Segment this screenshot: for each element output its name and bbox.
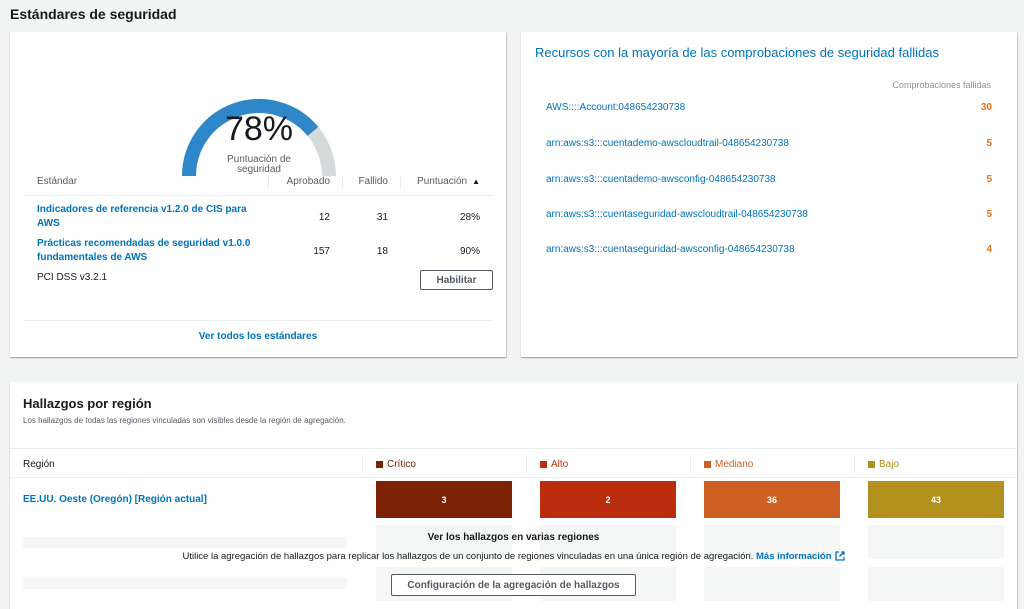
view-all-standards-link[interactable]: Ver todos los estándares [10, 331, 506, 342]
medium-swatch [704, 460, 711, 468]
score-value: 90% [459, 245, 480, 257]
resource-link[interactable]: arn:aws:s3:::cuentaseguridad-awsconfig-0… [546, 244, 795, 255]
high-swatch [540, 460, 547, 468]
resource-link[interactable]: arn:aws:s3:::cuentademo-awsconfig-048654… [546, 174, 776, 185]
col-passed[interactable]: Aprobado [268, 174, 342, 189]
list-item: arn:aws:s3:::cuentademo-awscloudtrail-04… [546, 138, 992, 149]
configure-aggregation-button[interactable]: Configuración de la agregación de hallaz… [391, 574, 636, 596]
resource-link[interactable]: arn:aws:s3:::cuentademo-awscloudtrail-04… [546, 138, 789, 149]
region-link-us-west-oregon[interactable]: EE.UU. Oeste (Oregón) [Región actual] [23, 494, 207, 505]
enable-button[interactable]: Habilitar [420, 270, 493, 290]
standard-name-pci: PCI DSS v3.2.1 [37, 272, 108, 283]
sort-ascending-icon: ▲ [472, 177, 480, 186]
passed-value: 12 [318, 211, 330, 223]
critical-swatch [376, 460, 383, 468]
col-low: Bajo [868, 457, 899, 471]
more-info-link[interactable]: Más información [756, 551, 845, 562]
divider [23, 320, 493, 321]
list-item: arn:aws:s3:::cuentademo-awsconfig-048654… [546, 174, 992, 185]
standard-link-aws-foundational[interactable]: Prácticas recomendadas de seguridad v1.0… [23, 237, 268, 265]
failed-count: 4 [986, 244, 992, 255]
failed-resources-card: Recursos con la mayoría de las comprobac… [521, 32, 1017, 357]
failed-checks-column-header: Comprobaciones fallidas [892, 80, 991, 90]
section-title-standards: Estándares de seguridad [10, 6, 177, 22]
col-critical: Crítico [376, 457, 416, 471]
failed-count: 5 [986, 209, 992, 220]
aggregation-prompt-title: Ver los hallazgos en varias regiones [427, 532, 600, 543]
skeleton-cell [704, 567, 840, 601]
failed-value: 18 [376, 245, 388, 257]
security-score-value: 78% [224, 110, 294, 148]
list-item: arn:aws:s3:::cuentaseguridad-awscloudtra… [546, 209, 992, 220]
security-score-gauge: 78% Puntuación de seguridad [179, 64, 339, 179]
col-high: Alto [540, 457, 568, 471]
external-link-icon [834, 551, 845, 562]
resource-link[interactable]: arn:aws:s3:::cuentaseguridad-awscloudtra… [546, 209, 808, 220]
divider [690, 455, 691, 473]
resources-card-title: Recursos con la mayoría de las comprobac… [535, 45, 939, 60]
col-medium: Mediano [704, 457, 753, 471]
security-standards-card: 78% Puntuación de seguridad Estándar Apr… [10, 32, 506, 357]
list-item: arn:aws:s3:::cuentaseguridad-awsconfig-0… [546, 244, 992, 255]
regions-card-subtitle: Los hallazgos de todas las regiones vinc… [23, 416, 346, 425]
standards-table-header: Estándar Aprobado Fallido Puntuación ▲ [23, 168, 493, 196]
skeleton-row [23, 578, 347, 589]
col-region: Región [23, 458, 55, 470]
passed-value: 157 [313, 245, 330, 257]
score-value: 28% [459, 211, 480, 223]
col-failed[interactable]: Fallido [342, 174, 400, 189]
regions-card-title: Hallazgos por región [23, 396, 152, 411]
col-standard[interactable]: Estándar [23, 175, 268, 189]
col-score[interactable]: Puntuación ▲ [400, 174, 492, 189]
high-count-bar[interactable]: 2 [540, 481, 676, 518]
medium-count-bar[interactable]: 36 [704, 481, 840, 518]
aggregation-prompt-text: Utilice la agregación de hallazgos para … [10, 551, 1017, 562]
table-row: Indicadores de referencia v1.2.0 de CIS … [23, 202, 493, 232]
failed-count: 5 [986, 138, 992, 149]
failed-count: 30 [980, 102, 992, 113]
failed-value: 31 [376, 211, 388, 223]
divider [362, 455, 363, 473]
divider [526, 455, 527, 473]
skeleton-cell [868, 567, 1004, 601]
standards-table: Estándar Aprobado Fallido Puntuación ▲ I… [23, 168, 493, 286]
regions-table-header: Región Crítico Alto Mediano Bajo [10, 448, 1017, 478]
table-row: Prácticas recomendadas de seguridad v1.0… [23, 236, 493, 266]
resource-link[interactable]: AWS::::Account:048654230738 [546, 102, 685, 113]
findings-by-region-card: Hallazgos por región Los hallazgos de to… [10, 382, 1017, 609]
critical-count-bar[interactable]: 3 [376, 481, 512, 518]
standard-link-cis[interactable]: Indicadores de referencia v1.2.0 de CIS … [23, 203, 268, 231]
list-item: AWS::::Account:048654230738 30 [546, 102, 992, 113]
low-count-bar[interactable]: 43 [868, 481, 1004, 518]
low-swatch [868, 460, 875, 468]
failed-count: 5 [986, 174, 992, 185]
divider [854, 455, 855, 473]
